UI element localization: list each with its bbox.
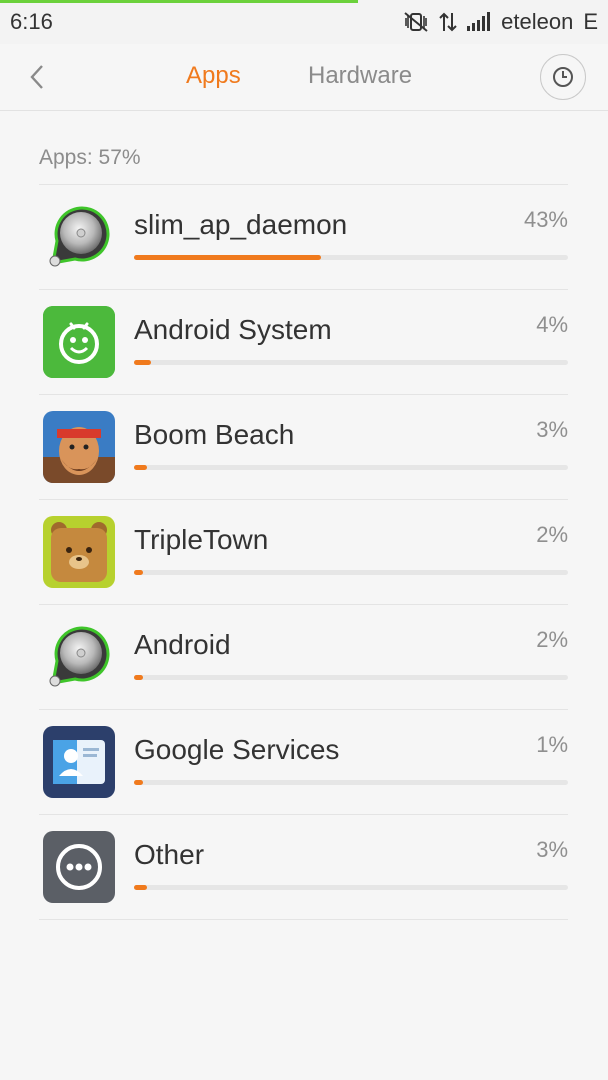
list-item[interactable]: Google Services 1% bbox=[39, 710, 568, 815]
back-button[interactable] bbox=[20, 58, 54, 96]
usage-bar bbox=[134, 360, 568, 365]
list-item[interactable]: Android 2% bbox=[39, 605, 568, 710]
tab-apps[interactable]: Apps bbox=[186, 62, 241, 90]
list-item[interactable]: Android System 4% bbox=[39, 290, 568, 395]
app-name: slim_ap_daemon bbox=[134, 209, 348, 240]
vibrate-off-icon bbox=[403, 11, 429, 33]
usage-bar-fill bbox=[134, 885, 148, 890]
tripletown-bear-icon bbox=[43, 516, 115, 588]
data-transfer-icon bbox=[439, 11, 457, 33]
usage-bar-fill bbox=[134, 570, 143, 575]
more-dots-icon bbox=[43, 831, 115, 903]
app-percent: 3% bbox=[536, 417, 568, 442]
usage-bar bbox=[134, 885, 568, 890]
app-name: Boom Beach bbox=[134, 419, 295, 450]
app-percent: 1% bbox=[536, 732, 568, 757]
boom-beach-icon bbox=[43, 411, 115, 483]
list-item[interactable]: slim_ap_daemon 43% bbox=[39, 185, 568, 290]
status-bar: 6:16 eteleon E bbox=[0, 0, 608, 44]
android-robot-icon bbox=[43, 306, 115, 378]
app-percent: 2% bbox=[536, 627, 568, 652]
app-name: Android System bbox=[134, 314, 332, 345]
app-percent: 2% bbox=[536, 522, 568, 547]
network-type: E bbox=[583, 9, 598, 34]
usage-bar bbox=[134, 780, 568, 785]
app-percent: 4% bbox=[536, 312, 568, 337]
section-label: Apps: 57% bbox=[39, 146, 141, 169]
app-usage-list: slim_ap_daemon 43% Android System 4% Boo… bbox=[39, 184, 568, 920]
signal-icon bbox=[467, 12, 491, 32]
app-percent: 3% bbox=[536, 837, 568, 862]
contact-card-icon bbox=[43, 726, 115, 798]
usage-bar bbox=[134, 255, 568, 260]
list-item[interactable]: TripleTown 2% bbox=[39, 500, 568, 605]
usage-bar-fill bbox=[134, 465, 148, 470]
usage-bar bbox=[134, 570, 568, 575]
usage-bar-fill bbox=[134, 360, 152, 365]
history-button[interactable] bbox=[540, 54, 586, 100]
status-time: 6:16 bbox=[10, 9, 53, 34]
usage-bar-fill bbox=[134, 780, 143, 785]
chevron-left-icon bbox=[29, 64, 45, 90]
tab-hardware[interactable]: Hardware bbox=[308, 62, 412, 90]
clock-icon bbox=[552, 66, 574, 88]
carrier-name: eteleon bbox=[501, 9, 574, 34]
speaker-pin-icon bbox=[43, 621, 115, 693]
usage-bar-fill bbox=[134, 255, 321, 260]
battery-level-line bbox=[0, 0, 358, 3]
app-name: Android bbox=[134, 629, 231, 660]
usage-bar-fill bbox=[134, 675, 143, 680]
list-item[interactable]: Boom Beach 3% bbox=[39, 395, 568, 500]
app-percent: 43% bbox=[523, 207, 568, 232]
usage-bar bbox=[134, 465, 568, 470]
usage-bar bbox=[134, 675, 568, 680]
status-icons: eteleon E bbox=[403, 9, 598, 35]
app-name: Other bbox=[134, 839, 205, 870]
list-item[interactable]: Other 3% bbox=[39, 815, 568, 920]
speaker-pin-icon bbox=[43, 201, 115, 273]
header: Apps Hardware bbox=[0, 44, 608, 111]
app-name: Google Services bbox=[134, 734, 340, 765]
app-name: TripleTown bbox=[134, 524, 269, 555]
